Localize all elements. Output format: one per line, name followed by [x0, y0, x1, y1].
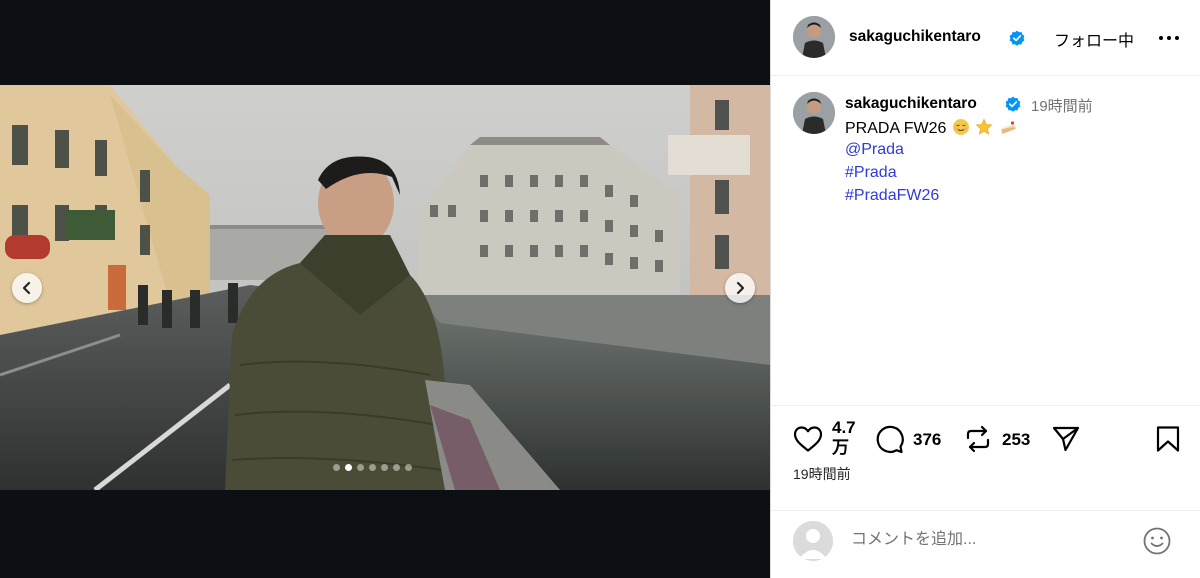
avatar-photo: [793, 16, 835, 58]
caption-author-avatar[interactable]: [793, 92, 835, 134]
chevron-left-icon: [22, 281, 31, 295]
caption-mention-prada[interactable]: @Prada: [845, 141, 904, 159]
comment-input[interactable]: [851, 527, 1141, 553]
caption-text: PRADA FW26: [845, 118, 1017, 138]
carousel-dot[interactable]: [393, 464, 400, 471]
caption-hashtag-pradafw26[interactable]: #PradaFW26: [845, 187, 939, 205]
previous-slide-button[interactable]: [12, 273, 42, 303]
carousel-dot[interactable]: [369, 464, 376, 471]
add-comment-row: [771, 510, 1200, 578]
star-emoji-icon: [975, 118, 993, 135]
post-timestamp: 19時間前: [793, 466, 851, 482]
carousel-dot[interactable]: [381, 464, 388, 471]
comment-count[interactable]: 376: [913, 430, 941, 450]
author-avatar[interactable]: [793, 16, 835, 58]
author-username[interactable]: sakaguchikentaro: [849, 28, 981, 46]
default-avatar-icon: [793, 521, 833, 561]
like-count[interactable]: 4.7万: [832, 418, 862, 458]
post-header: sakaguchikentaro フォロー中: [771, 0, 1200, 76]
chevron-right-icon: [736, 281, 745, 295]
post-side-panel: sakaguchikentaro フォロー中 sakaguchikentaro …: [770, 0, 1200, 578]
smile-icon[interactable]: [1142, 526, 1172, 556]
verified-icon: [1009, 30, 1025, 46]
post-actions-bar: 4.7万 376 253 19時間前: [771, 405, 1200, 510]
caption-username[interactable]: sakaguchikentaro: [845, 95, 977, 113]
post-photo: [0, 85, 770, 490]
following-button[interactable]: フォロー中: [1054, 27, 1134, 51]
avatar-photo: [793, 92, 835, 134]
comment-icon[interactable]: [874, 425, 904, 455]
caption-timestamp: 19時間前: [1031, 98, 1093, 115]
current-user-avatar: [793, 521, 833, 561]
street-canal-scene: [0, 85, 770, 490]
heart-icon[interactable]: [793, 425, 823, 453]
relieved-face-emoji-icon: [952, 119, 969, 135]
repost-count[interactable]: 253: [1002, 430, 1030, 450]
carousel-dot[interactable]: [405, 464, 412, 471]
carousel-indicator: [333, 464, 412, 471]
caption-hashtag-prada[interactable]: #Prada: [845, 164, 897, 182]
carousel-dot[interactable]: [333, 464, 340, 471]
share-icon[interactable]: [1051, 424, 1081, 454]
bookmark-icon[interactable]: [1155, 425, 1181, 453]
media-viewer: [0, 0, 770, 578]
next-slide-button[interactable]: [725, 273, 755, 303]
cake-emoji-icon: [1000, 121, 1016, 134]
carousel-dot[interactable]: [345, 464, 352, 471]
caption-body: PRADA FW26: [845, 120, 947, 137]
verified-icon: [1005, 96, 1021, 112]
carousel-dot[interactable]: [357, 464, 364, 471]
more-icon: [1159, 36, 1163, 40]
repost-icon[interactable]: [963, 424, 993, 454]
more-options-button[interactable]: [1154, 28, 1184, 48]
